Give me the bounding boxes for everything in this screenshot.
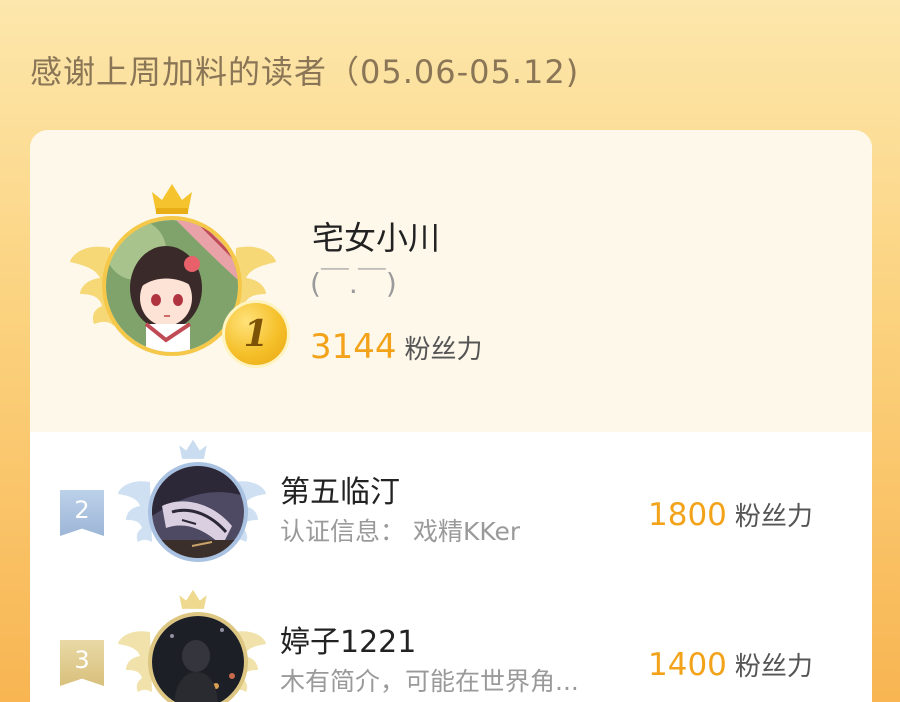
top-reader-score-value: 3144 <box>310 327 397 367</box>
bronze-crown-icon <box>179 589 207 609</box>
sleeping-figure-avatar-icon[interactable] <box>148 462 248 562</box>
reader-score: 1800 粉丝力 <box>648 494 813 538</box>
leaderboard-card: 1 宅女小川 (￣.￣) 3144 粉丝力 2 第五临汀 认证信息： 戏精KKe… <box>30 130 872 702</box>
reader-score: 1400 粉丝力 <box>648 644 813 688</box>
reader-avatar-frame[interactable] <box>118 438 266 578</box>
reader-score-unit: 粉丝力 <box>734 652 813 682</box>
reader-name[interactable]: 第五临汀 <box>280 474 400 512</box>
gold-crown-icon <box>152 184 192 214</box>
reader-name[interactable]: 婷子1221 <box>280 624 416 662</box>
list-item[interactable]: 3 婷子1221 木有简介，可能在世界角... 1400 粉丝力 <box>30 582 872 702</box>
reader-bio: 认证信息： 戏精KKer <box>280 517 521 546</box>
top-reader-score: 3144 粉丝力 <box>310 326 483 371</box>
anime-girl-avatar-icon[interactable] <box>102 216 242 356</box>
night-silhouette-avatar-icon[interactable] <box>148 612 248 702</box>
rank-2-badge-icon: 2 <box>60 490 104 536</box>
reader-score-value: 1800 <box>648 497 727 533</box>
top-reader-name[interactable]: 宅女小川 <box>312 218 440 258</box>
page-title: 感谢上周加料的读者（05.06-05.12) <box>30 53 580 91</box>
rank-1-medal-icon: 1 <box>222 300 290 368</box>
top-reader-section[interactable]: 1 宅女小川 (￣.￣) 3144 粉丝力 <box>30 130 872 432</box>
list-item[interactable]: 2 第五临汀 认证信息： 戏精KKer 1800 粉丝力 <box>30 432 872 582</box>
reader-avatar-frame[interactable] <box>118 588 266 702</box>
top-reader-bio: (￣.￣) <box>310 267 397 300</box>
rank-3-badge-icon: 3 <box>60 640 104 686</box>
reader-bio: 木有简介，可能在世界角... <box>280 667 579 696</box>
silver-crown-icon <box>179 439 207 459</box>
reader-score-unit: 粉丝力 <box>734 502 813 532</box>
top-reader-avatar-frame[interactable]: 1 <box>70 182 290 372</box>
top-reader-score-unit: 粉丝力 <box>404 335 483 365</box>
reader-score-value: 1400 <box>648 647 727 683</box>
